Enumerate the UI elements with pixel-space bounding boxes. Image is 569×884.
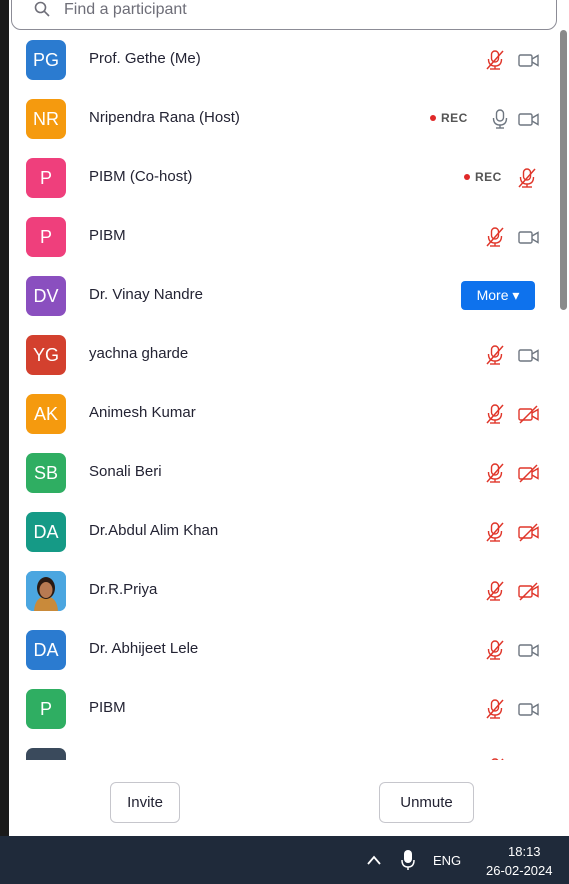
windows-taskbar: ENG 18:13 26-02-2024 xyxy=(0,836,569,884)
avatar: DN xyxy=(26,748,66,760)
video-camera-icon[interactable] xyxy=(517,48,541,72)
participant-row[interactable]: DV Dr. Vinay Nandre More ▾ xyxy=(9,266,558,325)
recording-indicator: REC xyxy=(430,111,468,125)
video-camera-icon[interactable] xyxy=(517,697,541,721)
participant-name: Nripendra Rana (Host) xyxy=(89,109,240,126)
participant-row[interactable]: Dr.R.Priya xyxy=(9,561,558,620)
participant-name: yachna gharde xyxy=(89,345,189,362)
participant-row[interactable]: DNDr. Nilesh K... xyxy=(9,738,558,760)
participant-row[interactable]: DA Dr. Abhijeet Lele xyxy=(9,620,558,679)
participant-list[interactable]: PG Prof. Gethe (Me) NR Nripendra Rana (Host… xyxy=(9,30,558,760)
mic-muted-icon[interactable] xyxy=(483,579,507,603)
avatar: YG xyxy=(26,335,66,375)
mic-muted-icon[interactable] xyxy=(483,48,507,72)
participant-name: Dr. Abhijeet Lele xyxy=(89,640,199,657)
language-indicator[interactable]: ENG xyxy=(433,853,461,868)
video-camera-icon[interactable] xyxy=(517,343,541,367)
mic-muted-icon[interactable] xyxy=(483,697,507,721)
rec-dot-icon xyxy=(430,115,436,121)
participant-name: PIBM xyxy=(89,699,126,716)
search-box[interactable] xyxy=(11,0,557,30)
mic-icon[interactable] xyxy=(488,107,512,131)
rec-label: REC xyxy=(475,170,502,184)
avatar xyxy=(26,571,66,611)
participant-name: PIBM (Co-host) xyxy=(89,168,193,185)
participant-row[interactable]: DA Dr.Abdul Alim Khan xyxy=(9,502,558,561)
avatar: PG xyxy=(26,40,66,80)
mic-muted-icon[interactable] xyxy=(483,638,507,662)
avatar: P xyxy=(26,689,66,729)
avatar: DV xyxy=(26,276,66,316)
mic-muted-icon[interactable] xyxy=(483,225,507,249)
participant-row[interactable]: NR Nripendra Rana (Host) REC xyxy=(9,89,558,148)
clock-date[interactable]: 26-02-2024 xyxy=(486,863,553,878)
avatar: DA xyxy=(26,630,66,670)
participant-name: Dr. Vinay Nandre xyxy=(89,286,203,303)
participant-name: Prof. Gethe (Me) xyxy=(89,50,201,67)
participant-row[interactable]: P PIBM (Co-host) REC xyxy=(9,148,558,207)
participant-name: PIBM xyxy=(89,227,126,244)
video-off-icon[interactable] xyxy=(517,520,541,544)
caret-down-icon: ▾ xyxy=(512,287,520,303)
chevron-up-icon[interactable] xyxy=(366,854,382,866)
unmute-button[interactable]: Unmute xyxy=(379,782,474,823)
video-camera-icon[interactable] xyxy=(517,107,541,131)
more-button[interactable]: More ▾ xyxy=(461,281,535,310)
mic-muted-icon[interactable] xyxy=(483,402,507,426)
avatar: DA xyxy=(26,512,66,552)
mic-muted-icon[interactable] xyxy=(483,343,507,367)
video-off-icon[interactable] xyxy=(517,402,541,426)
video-off-icon[interactable] xyxy=(517,579,541,603)
participant-name: Dr.Abdul Alim Khan xyxy=(89,522,219,539)
participant-row[interactable]: PG Prof. Gethe (Me) xyxy=(9,30,558,89)
scrollbar-thumb[interactable] xyxy=(560,30,567,310)
mic-muted-icon[interactable] xyxy=(515,166,539,190)
mic-muted-icon[interactable] xyxy=(483,461,507,485)
clock-time[interactable]: 18:13 xyxy=(508,844,541,859)
window-left-edge xyxy=(0,0,9,836)
panel-footer: Invite Unmute xyxy=(9,760,569,836)
avatar-photo-image xyxy=(26,571,66,611)
avatar: AK xyxy=(26,394,66,434)
video-off-icon[interactable] xyxy=(517,461,541,485)
video-camera-icon[interactable] xyxy=(517,638,541,662)
recording-indicator: REC xyxy=(464,170,502,184)
microphone-icon[interactable] xyxy=(400,848,416,872)
avatar: P xyxy=(26,158,66,198)
video-camera-icon[interactable] xyxy=(517,225,541,249)
rec-label: REC xyxy=(441,111,468,125)
participant-row[interactable]: SB Sonali Beri xyxy=(9,443,558,502)
avatar: SB xyxy=(26,453,66,493)
invite-button[interactable]: Invite xyxy=(110,782,180,823)
scrollbar[interactable] xyxy=(558,30,569,760)
avatar: P xyxy=(26,217,66,257)
participant-row[interactable]: YG yachna gharde xyxy=(9,325,558,384)
participants-panel: PG Prof. Gethe (Me) NR Nripendra Rana (Host… xyxy=(9,0,569,836)
participant-name: Animesh Kumar xyxy=(89,404,196,421)
participant-row[interactable]: AK Animesh Kumar xyxy=(9,384,558,443)
participant-row[interactable]: P PIBM xyxy=(9,207,558,266)
participant-row[interactable]: P PIBM xyxy=(9,679,558,738)
more-button-label: More xyxy=(476,287,509,303)
mic-muted-icon[interactable] xyxy=(483,520,507,544)
rec-dot-icon xyxy=(464,174,470,180)
avatar: NR xyxy=(26,99,66,139)
search-icon xyxy=(34,1,50,17)
search-input[interactable] xyxy=(64,0,484,21)
participant-name: Sonali Beri xyxy=(89,463,162,480)
participant-name: Dr.R.Priya xyxy=(89,581,158,598)
